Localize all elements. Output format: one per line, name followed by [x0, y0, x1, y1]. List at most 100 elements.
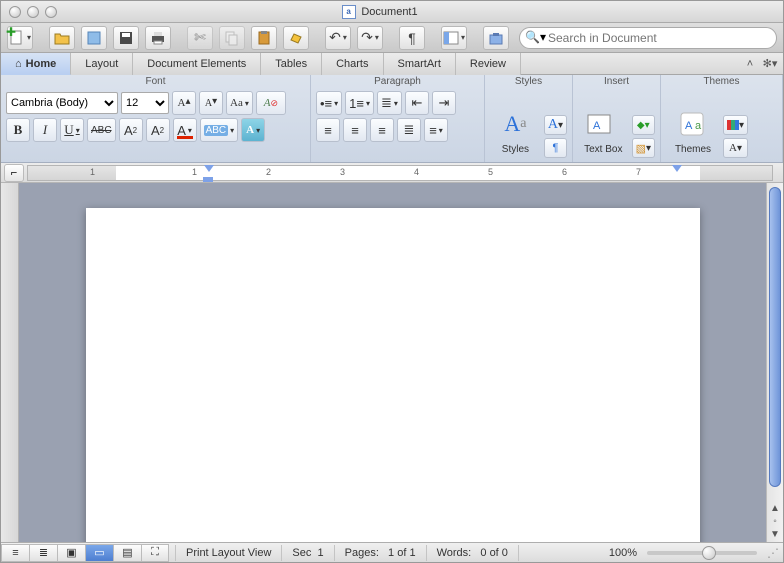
window-title: Document1	[361, 6, 417, 18]
zoom-value[interactable]: 100%	[605, 547, 641, 559]
redo-button[interactable]: ↷▾	[357, 26, 383, 50]
vertical-ruler[interactable]	[1, 183, 19, 542]
first-line-indent-marker[interactable]	[204, 165, 214, 172]
bullets-button[interactable]: •≡▾	[316, 91, 342, 115]
shapes-button[interactable]: ◆▾	[632, 115, 655, 135]
hanging-indent-marker[interactable]	[203, 177, 213, 182]
horizontal-ruler[interactable]: 1 1 2 3 4 5 6 7	[27, 165, 773, 181]
subscript-button[interactable]: A2	[146, 118, 170, 142]
open-button[interactable]	[49, 26, 75, 50]
font-color-button[interactable]: A▾	[173, 118, 197, 142]
collapse-ribbon-button[interactable]: ˄	[741, 55, 759, 73]
clear-formatting-button[interactable]: A⊘	[256, 91, 286, 115]
words-status: Words: 0 of 0	[433, 547, 512, 559]
tab-layout[interactable]: Layout	[71, 53, 133, 75]
font-size-combo[interactable]: 12	[121, 92, 169, 114]
ribbon-options-button[interactable]: ✻▾	[761, 55, 779, 73]
tab-charts[interactable]: Charts	[322, 53, 383, 75]
numbering-button[interactable]: 1≡▾	[345, 91, 374, 115]
underline-button[interactable]: U▾	[60, 118, 84, 142]
svg-text:a: a	[695, 120, 702, 132]
vertical-scrollbar[interactable]: ▲ ◦ ▼	[766, 183, 783, 542]
toolbox-button[interactable]	[483, 26, 509, 50]
resize-grip[interactable]: ⋰	[763, 546, 783, 560]
align-left-button[interactable]: ≡	[316, 118, 340, 142]
theme-fonts-button[interactable]: A▾	[723, 138, 748, 158]
ribbon-tabs: ⌂Home Layout Document Elements Tables Ch…	[1, 53, 783, 75]
increase-indent-button[interactable]: ⇥	[432, 91, 456, 115]
copy-button[interactable]	[219, 26, 245, 50]
tab-stop-button[interactable]: ⌐	[4, 164, 24, 182]
align-right-button[interactable]: ≡	[370, 118, 394, 142]
title-area: Document1	[57, 5, 703, 19]
tab-document-elements[interactable]: Document Elements	[133, 53, 261, 75]
line-spacing-button[interactable]: ≡▾	[424, 118, 448, 142]
theme-colors-button[interactable]: ▾	[723, 115, 748, 135]
change-case-button[interactable]: Aa▾	[226, 91, 253, 115]
decrease-indent-button[interactable]: ⇤	[405, 91, 429, 115]
search-icon: 🔍▾	[525, 30, 546, 44]
prev-page-button[interactable]: ▲	[770, 503, 780, 514]
new-document-button[interactable]: ✚ ▾	[7, 26, 33, 50]
view-notebook-button[interactable]: ▤	[113, 544, 141, 562]
view-print-layout-button[interactable]: ▭	[85, 544, 113, 562]
style-set-button[interactable]: A▾	[544, 115, 567, 135]
page[interactable]	[86, 208, 700, 542]
undo-button[interactable]: ↶▾	[325, 26, 351, 50]
paper-viewport[interactable]	[19, 183, 766, 542]
show-marks-button[interactable]: ¶	[399, 26, 425, 50]
close-window-button[interactable]	[9, 6, 21, 18]
section-status: Sec 1	[288, 547, 327, 559]
view-buttons: ≡ ≣ ▣ ▭ ▤ ⛶	[1, 544, 169, 562]
justify-button[interactable]: ≣	[397, 118, 421, 142]
picture-button[interactable]: ▧▾	[632, 138, 655, 158]
group-paragraph: Paragraph •≡▾ 1≡▾ ≣▾ ⇤ ⇥ ≡ ≡ ≡ ≣ ≡▾	[311, 75, 485, 162]
zoom-window-button[interactable]	[45, 6, 57, 18]
standard-toolbar: ✚ ▾ ✄ ↶▾ ↷▾ ¶ ▾ 🔍▾	[1, 23, 783, 53]
browse-object-button[interactable]: ◦	[773, 516, 777, 527]
open-recent-button[interactable]	[81, 26, 107, 50]
styles-gallery-button[interactable]: Aa Styles	[490, 103, 541, 158]
tab-review[interactable]: Review	[456, 53, 521, 75]
text-box-button[interactable]: A Text Box	[578, 103, 629, 158]
group-insert: Insert A Text Box ◆▾ ▧▾	[573, 75, 661, 162]
minimize-window-button[interactable]	[27, 6, 39, 18]
align-center-button[interactable]: ≡	[343, 118, 367, 142]
view-fullscreen-button[interactable]: ⛶	[141, 544, 169, 562]
search-input[interactable]	[519, 27, 777, 49]
save-button[interactable]	[113, 26, 139, 50]
svg-text:A: A	[593, 120, 601, 132]
paste-button[interactable]	[251, 26, 277, 50]
svg-text:A: A	[685, 120, 693, 132]
bold-button[interactable]: B	[6, 118, 30, 142]
format-painter-button[interactable]	[283, 26, 309, 50]
next-page-button[interactable]: ▼	[770, 529, 780, 540]
highlight-button[interactable]: ABC▾	[200, 118, 239, 142]
print-button[interactable]	[145, 26, 171, 50]
text-effects-button[interactable]: A▾	[241, 118, 265, 142]
group-title-insert: Insert	[573, 75, 660, 89]
cut-button[interactable]: ✄	[187, 26, 213, 50]
strikethrough-button[interactable]: ABC	[87, 118, 116, 142]
shrink-font-button[interactable]: A▾	[199, 91, 223, 115]
sidebar-button[interactable]: ▾	[441, 26, 467, 50]
tab-tables[interactable]: Tables	[261, 53, 322, 75]
multilevel-list-button[interactable]: ≣▾	[377, 91, 402, 115]
view-publishing-button[interactable]: ▣	[57, 544, 85, 562]
titlebar: Document1	[1, 1, 783, 23]
font-name-combo[interactable]: Cambria (Body)	[6, 92, 118, 114]
italic-button[interactable]: I	[33, 118, 57, 142]
tab-home[interactable]: ⌂Home	[1, 53, 71, 75]
view-outline-button[interactable]: ≣	[29, 544, 57, 562]
styles-pane-button[interactable]: ¶	[544, 138, 567, 158]
traffic-lights	[1, 6, 57, 18]
tab-smartart[interactable]: SmartArt	[384, 53, 456, 75]
scroll-thumb[interactable]	[769, 187, 781, 487]
superscript-button[interactable]: A2	[119, 118, 143, 142]
right-indent-marker[interactable]	[672, 165, 682, 172]
grow-font-button[interactable]: A▴	[172, 91, 196, 115]
zoom-slider[interactable]	[647, 551, 757, 555]
themes-button[interactable]: Aa Themes	[666, 103, 720, 158]
status-bar: ≡ ≣ ▣ ▭ ▤ ⛶ Print Layout View Sec 1 Page…	[1, 542, 783, 562]
view-draft-button[interactable]: ≡	[1, 544, 29, 562]
